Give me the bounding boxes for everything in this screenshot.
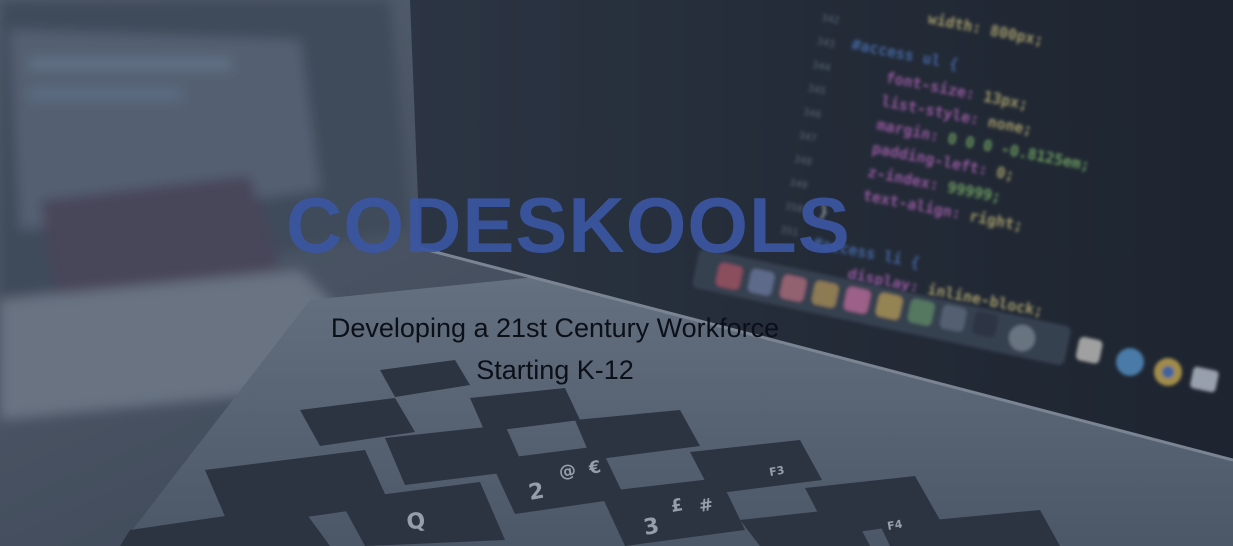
hero-tagline: Developing a 21st Century Workforce Star… bbox=[255, 307, 855, 391]
overlay-tint bbox=[0, 0, 1233, 546]
hero-banner: width: 800px; #access ul { font-size: 13… bbox=[0, 0, 1233, 546]
brand-logo-text: CODESKOOLS bbox=[286, 181, 851, 269]
tagline-line-1: Developing a 21st Century Workforce bbox=[330, 313, 780, 343]
tagline-line-2: Starting K-12 bbox=[476, 355, 634, 385]
